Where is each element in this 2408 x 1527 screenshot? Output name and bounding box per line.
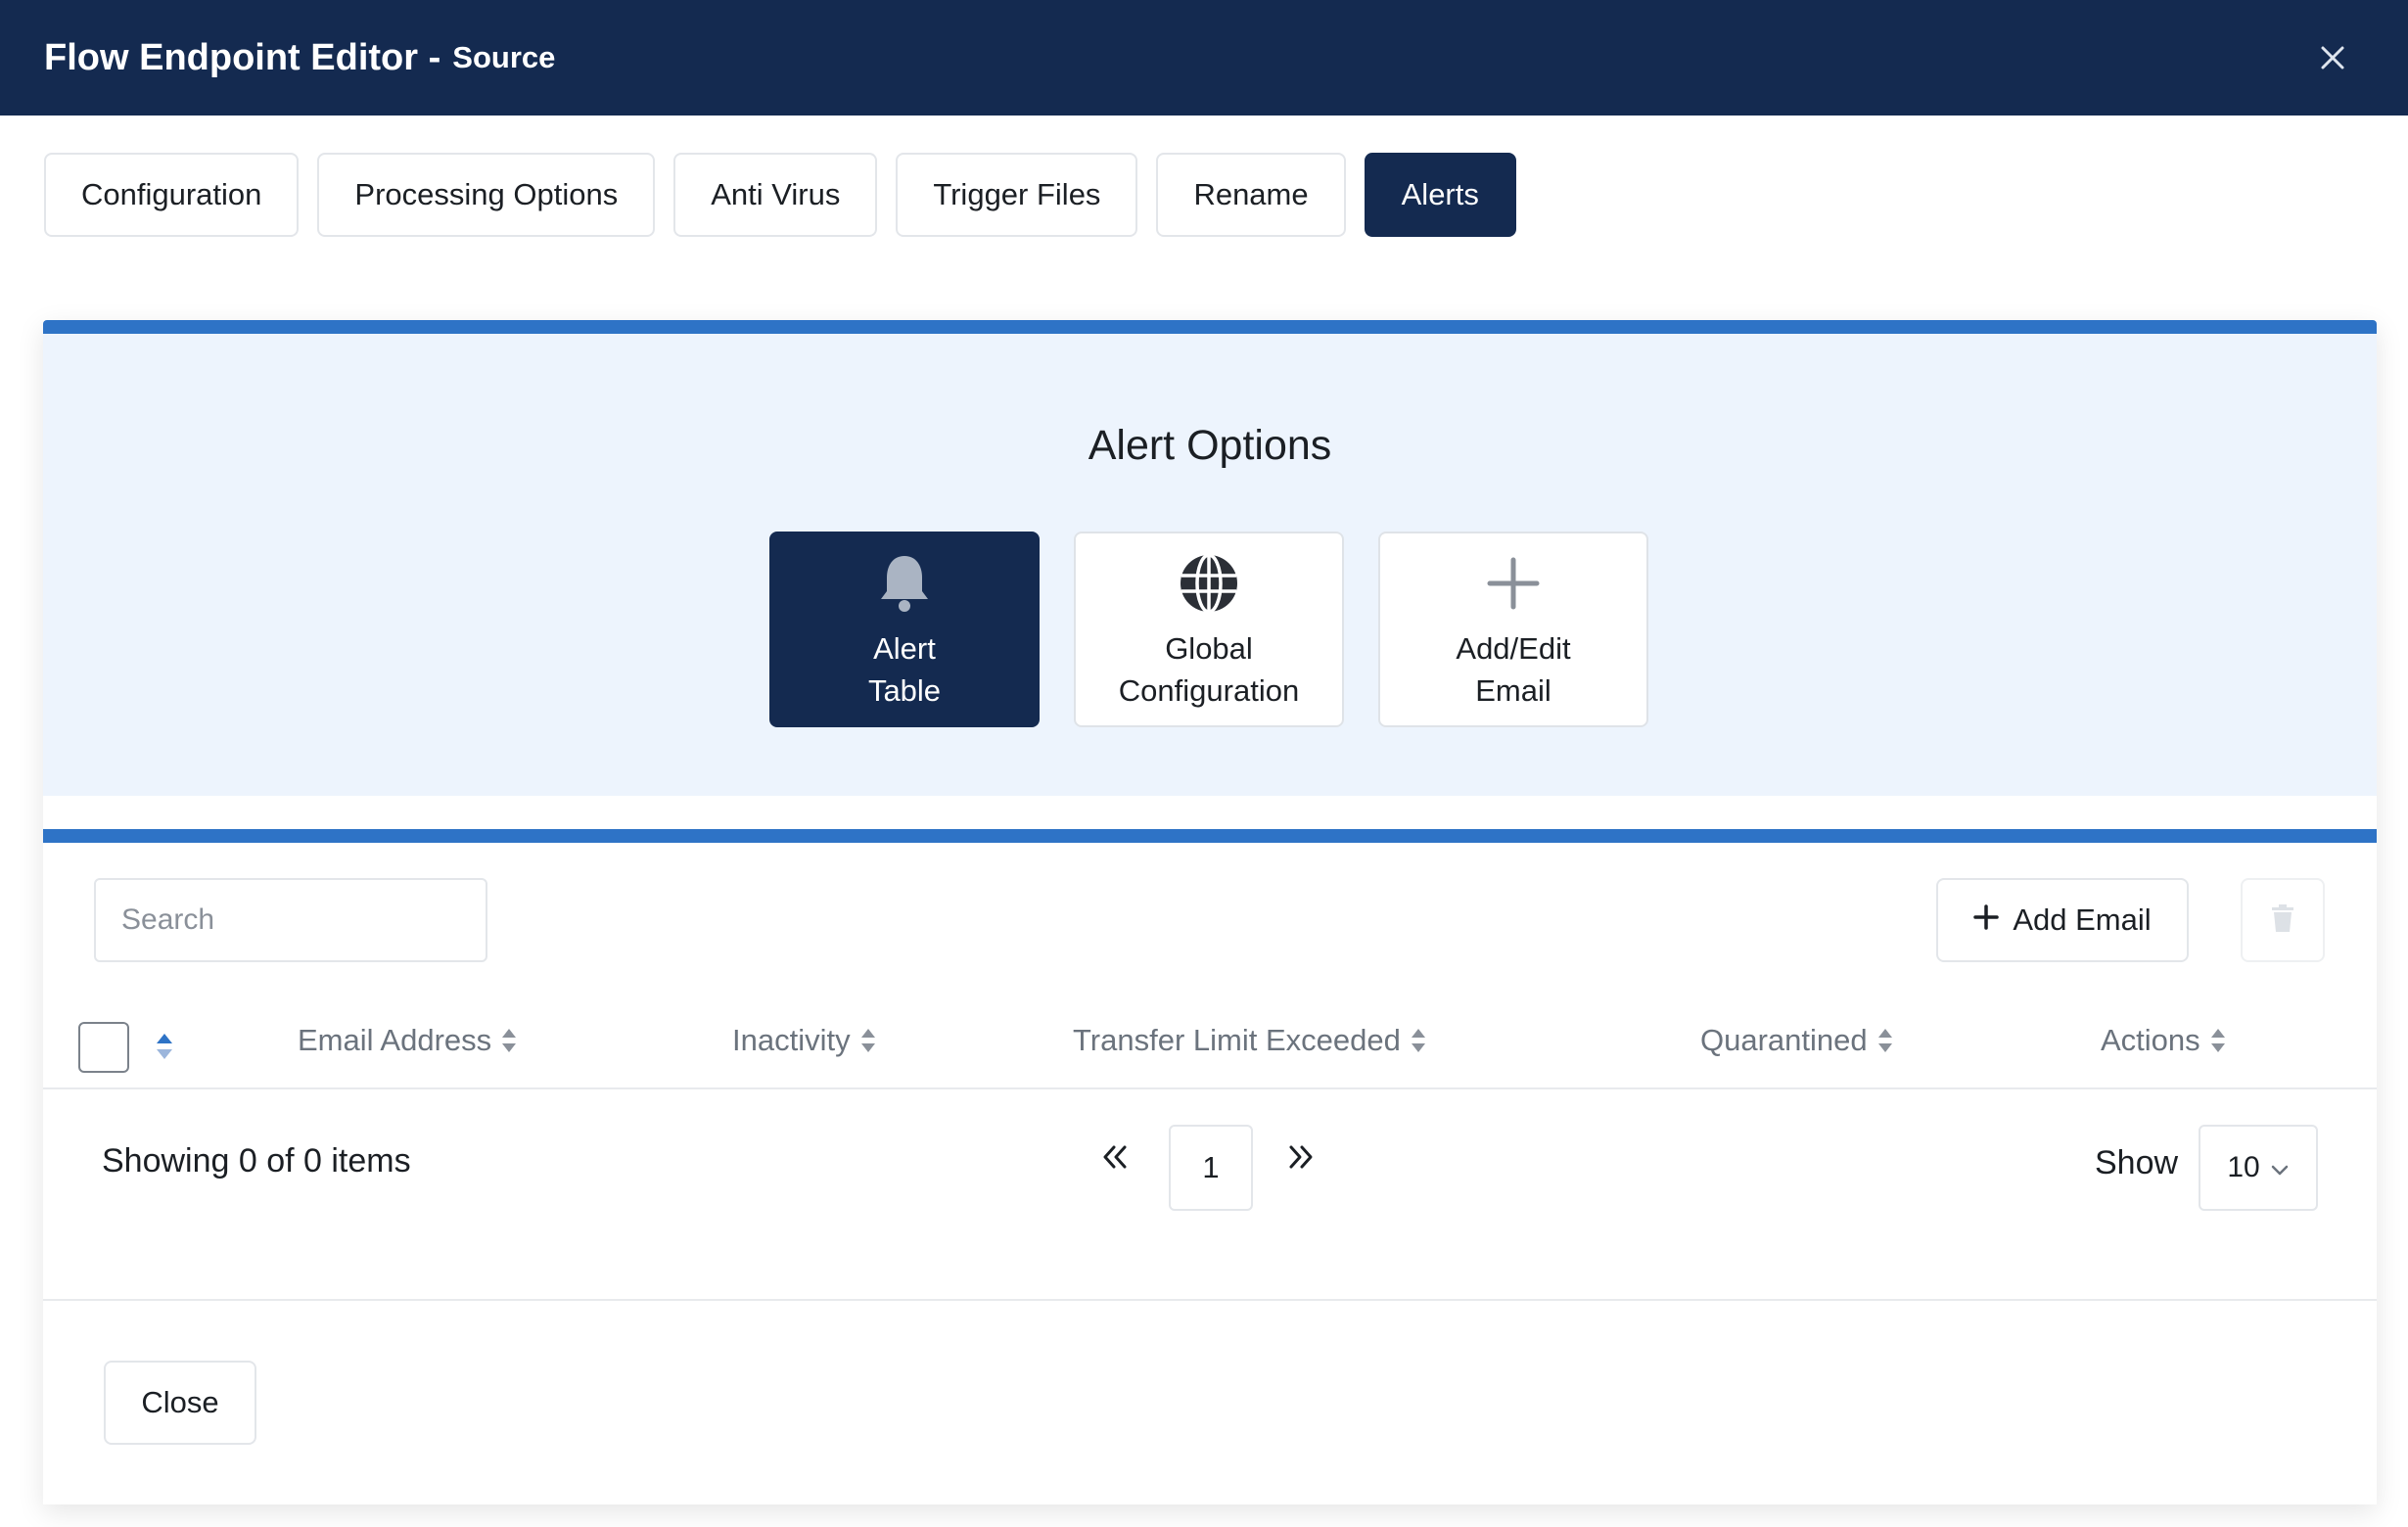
sort-icon bbox=[1877, 1029, 1892, 1052]
add-email-label: Add Email bbox=[2013, 902, 2152, 937]
delete-button[interactable] bbox=[2241, 878, 2325, 962]
close-button[interactable]: Close bbox=[104, 1361, 256, 1445]
close-icon[interactable] bbox=[2304, 29, 2361, 86]
pagination-row: Showing 0 of 0 items 1 Show 10 bbox=[43, 1089, 2377, 1246]
tab-bar: Configuration Processing Options Anti Vi… bbox=[44, 153, 1516, 237]
card-label-line1: Add/Edit bbox=[1456, 631, 1571, 666]
sort-icon bbox=[2210, 1029, 2225, 1052]
add-email-button[interactable]: Add Email bbox=[1936, 878, 2189, 962]
tab-processing-options[interactable]: Processing Options bbox=[317, 153, 656, 237]
select-all-checkbox[interactable] bbox=[78, 1022, 129, 1073]
bell-icon bbox=[870, 549, 939, 618]
alert-table-section: Add Email Email Address bbox=[43, 829, 2377, 1250]
alert-table-card[interactable]: Alert Table bbox=[769, 532, 1040, 727]
card-label-line2: Email bbox=[1475, 673, 1551, 708]
sort-icon[interactable] bbox=[151, 1029, 178, 1064]
plus-icon bbox=[1973, 902, 2000, 938]
modal-header: Flow Endpoint Editor - Source bbox=[0, 0, 2408, 116]
add-edit-email-card[interactable]: Add/Edit Email bbox=[1378, 532, 1648, 727]
tab-alerts[interactable]: Alerts bbox=[1364, 153, 1516, 237]
column-actions[interactable]: Actions bbox=[2101, 1023, 2228, 1058]
double-chevron-left-icon[interactable] bbox=[1090, 1133, 1139, 1181]
tab-anti-virus[interactable]: Anti Virus bbox=[673, 153, 878, 237]
column-quarantined[interactable]: Quarantined bbox=[1700, 1023, 1895, 1058]
column-label: Email Address bbox=[298, 1023, 492, 1057]
table-header: Email Address Inactivity Transfer Limit … bbox=[43, 999, 2377, 1089]
card-label-line1: Alert bbox=[873, 631, 936, 666]
sort-icon bbox=[1411, 1029, 1425, 1052]
column-label: Transfer Limit Exceeded bbox=[1073, 1023, 1401, 1057]
tab-trigger-files[interactable]: Trigger Files bbox=[896, 153, 1138, 237]
sort-icon bbox=[860, 1029, 875, 1052]
alert-options-section: Alert Options Alert Table Global Configu… bbox=[43, 320, 2377, 796]
show-label: Show bbox=[2095, 1144, 2179, 1181]
page-size-value: 10 bbox=[2227, 1151, 2260, 1183]
current-page[interactable]: 1 bbox=[1169, 1125, 1253, 1211]
alert-options-title: Alert Options bbox=[1088, 422, 1332, 469]
sort-icon bbox=[502, 1029, 517, 1052]
card-label-line1: Global bbox=[1165, 631, 1253, 666]
search-input[interactable] bbox=[94, 878, 487, 962]
column-label: Actions bbox=[2101, 1023, 2200, 1057]
double-chevron-right-icon[interactable] bbox=[1276, 1133, 1325, 1181]
modal-title: Flow Endpoint Editor - bbox=[44, 36, 441, 78]
modal-subtitle: Source bbox=[452, 40, 556, 74]
card-label-line2: Table bbox=[867, 673, 942, 708]
tab-configuration[interactable]: Configuration bbox=[44, 153, 300, 237]
page-size-select[interactable]: 10 bbox=[2199, 1125, 2318, 1211]
card-label-line2: Configuration bbox=[1118, 673, 1300, 708]
column-transfer-limit-exceeded[interactable]: Transfer Limit Exceeded bbox=[1073, 1023, 1428, 1058]
alerts-panel: Alert Options Alert Table Global Configu… bbox=[43, 320, 2377, 1504]
chevron-down-icon bbox=[2270, 1151, 2290, 1184]
column-inactivity[interactable]: Inactivity bbox=[732, 1023, 878, 1058]
globe-icon bbox=[1175, 549, 1243, 618]
global-configuration-card[interactable]: Global Configuration bbox=[1074, 532, 1344, 727]
footer-divider bbox=[43, 1299, 2377, 1301]
tab-rename[interactable]: Rename bbox=[1156, 153, 1346, 237]
column-label: Inactivity bbox=[732, 1023, 851, 1057]
column-email-address[interactable]: Email Address bbox=[298, 1023, 519, 1058]
trash-icon bbox=[2270, 903, 2295, 938]
column-label: Quarantined bbox=[1700, 1023, 1868, 1057]
plus-icon bbox=[1479, 549, 1548, 618]
showing-count: Showing 0 of 0 items bbox=[102, 1142, 411, 1180]
